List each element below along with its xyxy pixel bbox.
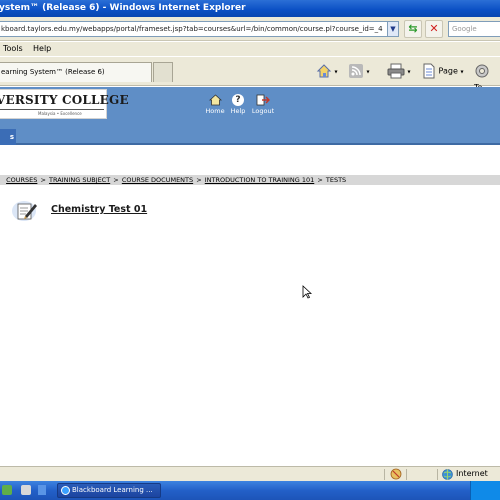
printer-icon	[387, 63, 405, 79]
internet-zone-icon	[442, 469, 453, 480]
college-logo[interactable]: VERSITY COLLEGE Malaysia • Excellence	[0, 89, 129, 119]
search-input[interactable]: Google	[448, 21, 500, 37]
breadcrumb-separator: >	[113, 176, 119, 184]
quick-launch-icon[interactable]	[2, 485, 12, 495]
feeds-command[interactable]: ▾	[348, 63, 370, 79]
system-tray[interactable]	[470, 481, 500, 500]
status-divider	[406, 469, 407, 480]
breadcrumb-separator: >	[40, 176, 46, 184]
page-icon	[423, 63, 435, 79]
feeds-dropdown-icon[interactable]: ▾	[367, 69, 370, 76]
breadcrumb-current: TESTS	[325, 176, 347, 184]
page-menu[interactable]: Page ▾	[422, 63, 463, 79]
test-icon[interactable]	[11, 198, 39, 222]
breadcrumb-training-subject[interactable]: TRAINING SUBJECT	[49, 176, 110, 184]
page-menu-label: Page	[438, 66, 458, 76]
breadcrumb-separator: >	[196, 176, 202, 184]
home-icon	[316, 64, 332, 78]
breadcrumb-courses[interactable]: COURSES	[6, 176, 37, 184]
menu-help[interactable]: Help	[33, 42, 51, 56]
logo-subtitle: Malaysia • Excellence	[38, 111, 82, 116]
menu-tools[interactable]: Tools	[3, 42, 23, 56]
security-icon	[390, 468, 402, 480]
breadcrumb-course-documents[interactable]: COURSE DOCUMENTS	[122, 176, 193, 184]
mouse-pointer-icon	[302, 285, 312, 299]
taskbar-window-label: Blackboard Learning ...	[72, 486, 153, 494]
screen: ystem™ (Release 6) - Windows Internet Ex…	[0, 0, 500, 500]
window-title: ystem™ (Release 6) - Windows Internet Ex…	[0, 3, 246, 13]
breadcrumb-separator: >	[317, 176, 323, 184]
browser-tab[interactable]: earning System™ (Release 6)	[0, 62, 152, 82]
home-dropdown-icon[interactable]: ▾	[335, 69, 338, 76]
status-bar: Internet	[0, 466, 500, 481]
print-dropdown-icon[interactable]: ▾	[408, 69, 411, 76]
quick-launch-icon[interactable]	[21, 485, 31, 495]
logo-text: VERSITY COLLEGE	[0, 93, 129, 107]
nav-logout-label: Logout	[251, 107, 275, 115]
content-item-link[interactable]: Chemistry Test 01	[51, 204, 147, 215]
address-row: kboard.taylors.edu.my/webapps/portal/fra…	[0, 17, 500, 41]
window-title-bar[interactable]: ystem™ (Release 6) - Windows Internet Ex…	[0, 0, 500, 17]
gear-icon	[475, 64, 489, 78]
home-command[interactable]: ▾	[316, 63, 338, 79]
status-zone-label: Internet	[456, 469, 488, 478]
taskbar-window-button[interactable]: Blackboard Learning ...	[57, 483, 161, 498]
home-icon	[208, 94, 222, 106]
page-dropdown-icon: ▾	[460, 68, 464, 76]
breadcrumb: COURSES > TRAINING SUBJECT > COURSE DOCU…	[0, 175, 500, 185]
status-divider	[384, 469, 385, 480]
taskbar: Blackboard Learning ...	[0, 481, 500, 500]
command-bar: earning System™ (Release 6) ▾ ▾ ▾ Page ▾	[0, 57, 500, 92]
print-command[interactable]: ▾	[387, 63, 411, 79]
ie-icon	[61, 486, 70, 495]
nav-help[interactable]: ? Help	[225, 94, 251, 115]
status-divider	[437, 469, 438, 480]
help-icon: ?	[232, 94, 244, 106]
address-dropdown-icon[interactable]: ▼	[387, 21, 399, 37]
tab-courses[interactable]: s	[0, 129, 16, 145]
logo-divider	[0, 109, 104, 110]
rss-icon	[349, 64, 363, 78]
site-tab-strip: s	[0, 129, 500, 145]
nav-logout[interactable]: Logout	[250, 94, 276, 115]
address-bar[interactable]: kboard.taylors.edu.my/webapps/portal/fra…	[0, 21, 388, 37]
tools-menu[interactable]: To	[474, 63, 500, 92]
logout-icon	[256, 94, 270, 106]
new-tab-button[interactable]	[153, 62, 173, 82]
refresh-icon[interactable]: ⇆	[404, 20, 422, 38]
breadcrumb-introduction[interactable]: INTRODUCTION TO TRAINING 101	[205, 176, 315, 184]
menu-bar: Tools Help	[0, 42, 500, 56]
quick-launch-expand-icon[interactable]	[38, 485, 46, 495]
stop-icon[interactable]: ✕	[425, 20, 443, 38]
site-header: VERSITY COLLEGE Malaysia • Excellence Ho…	[0, 87, 500, 129]
nav-help-label: Help	[230, 107, 246, 115]
